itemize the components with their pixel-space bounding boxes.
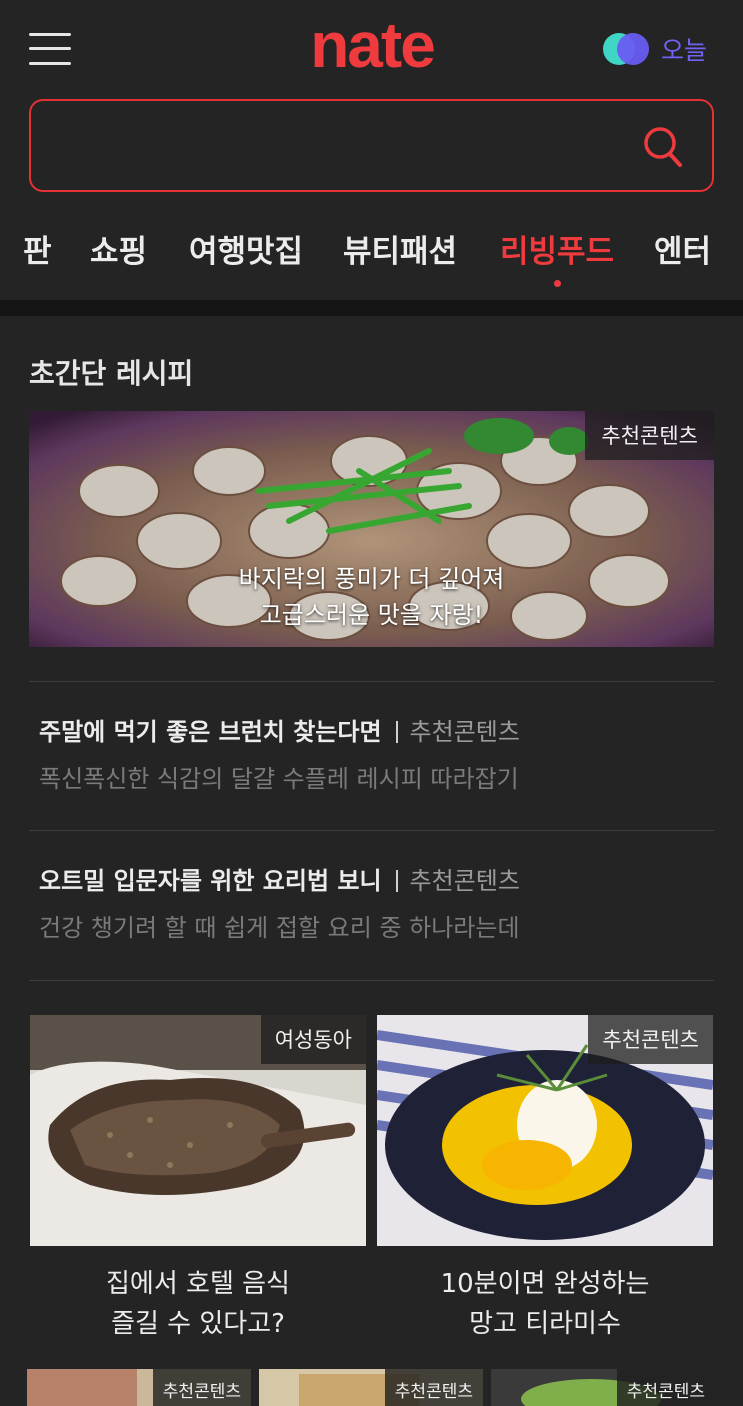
mini-card[interactable]: 추천콘텐츠 — [491, 1369, 715, 1406]
content-card[interactable]: 여성동아 집에서 호텔 음식 즐길 수 있다고? — [30, 1015, 366, 1344]
article-summary: 폭신폭신한 식감의 달걀 수플레 레시피 따라잡기 — [39, 765, 519, 793]
section-separator — [0, 300, 743, 316]
active-tab-indicator — [554, 280, 561, 287]
card-title-line2: 즐길 수 있다고? — [111, 1309, 285, 1339]
hamburger-menu-icon[interactable] — [29, 30, 71, 68]
hero-caption: 바지락의 풍미가 더 깊어져 고급스러운 맛을 자랑! — [29, 561, 714, 633]
today-theme-toggle[interactable]: 오늘 — [603, 31, 707, 67]
card-thumbnail: 여성동아 — [30, 1015, 366, 1246]
card-title: 집에서 호텔 음식 즐길 수 있다고? — [30, 1264, 366, 1344]
article-summary: 건강 챙기려 할 때 쉽게 접할 요리 중 하나라는데 — [39, 914, 520, 942]
tab-living-food[interactable]: 리빙푸드 — [500, 226, 614, 271]
mini-card[interactable]: 추천콘텐츠 — [259, 1369, 483, 1406]
card-badge: 여성동아 — [260, 1015, 366, 1064]
hero-caption-line1: 바지락의 풍미가 더 깊어져 — [238, 565, 505, 593]
toggle-label: 오늘 — [661, 36, 708, 65]
card-badge: 추천콘텐츠 — [588, 1015, 713, 1064]
divider — [29, 830, 714, 831]
article-source: 추천콘텐츠 — [409, 867, 520, 895]
card-title-line1: 집에서 호텔 음식 — [106, 1269, 290, 1299]
card-title-line1: 10분이면 완성하는 — [440, 1269, 650, 1299]
tab-travel-food[interactable]: 여행맛집 — [189, 226, 303, 271]
divider — [29, 681, 714, 682]
logo-text: nate — [310, 12, 434, 81]
tab-pan[interactable]: 판 — [23, 226, 52, 271]
mini-card-badge: 추천콘텐츠 — [152, 1369, 251, 1406]
article-item[interactable]: 오트밀 입문자를 위한 요리법 보니 추천콘텐츠 건강 챙기려 할 때 쉽게 접할… — [39, 864, 699, 945]
article-title: 오트밀 입문자를 위한 요리법 보니 — [39, 867, 382, 895]
article-source: 추천콘텐츠 — [409, 718, 520, 746]
card-title: 10분이면 완성하는 망고 티라미수 — [377, 1264, 713, 1344]
card-title-line2: 망고 티라미수 — [469, 1309, 621, 1339]
article-item[interactable]: 주말에 먹기 좋은 브런치 찾는다면 추천콘텐츠 폭신폭신한 식감의 달걀 수플레… — [39, 715, 699, 796]
hero-caption-line2: 고급스러운 맛을 자랑! — [259, 601, 484, 629]
search-box — [29, 99, 714, 192]
search-icon[interactable] — [642, 125, 684, 169]
content-card[interactable]: 추천콘텐츠 10분이면 완성하는 망고 티라미수 — [377, 1015, 713, 1344]
section-title: 초간단 레시피 — [29, 357, 194, 390]
nate-logo[interactable]: nate — [287, 12, 457, 82]
card-thumbnail: 추천콘텐츠 — [377, 1015, 713, 1246]
category-tabs: 판 쇼핑 여행맛집 뷰티패션 리빙푸드 엔터 — [0, 226, 743, 276]
toggle-dots-icon — [603, 33, 651, 65]
mini-card-badge: 추천콘텐츠 — [384, 1369, 483, 1406]
article-title: 주말에 먹기 좋은 브런치 찾는다면 — [39, 718, 382, 746]
search-input[interactable] — [51, 125, 631, 169]
tab-shopping[interactable]: 쇼핑 — [90, 226, 147, 271]
tab-beauty-fashion[interactable]: 뷰티패션 — [343, 226, 457, 271]
divider — [29, 980, 714, 981]
mini-card-badge: 추천콘텐츠 — [616, 1369, 715, 1406]
hero-badge: 추천콘텐츠 — [585, 411, 714, 460]
tab-entertainment[interactable]: 엔터 — [654, 226, 711, 271]
mini-card[interactable]: 추천콘텐츠 — [27, 1369, 251, 1406]
hero-card[interactable]: 추천콘텐츠 바지락의 풍미가 더 깊어져 고급스러운 맛을 자랑! — [29, 411, 714, 647]
header: nate 오늘 판 쇼핑 여행맛집 뷰티패션 리빙푸드 엔터 — [0, 0, 743, 300]
